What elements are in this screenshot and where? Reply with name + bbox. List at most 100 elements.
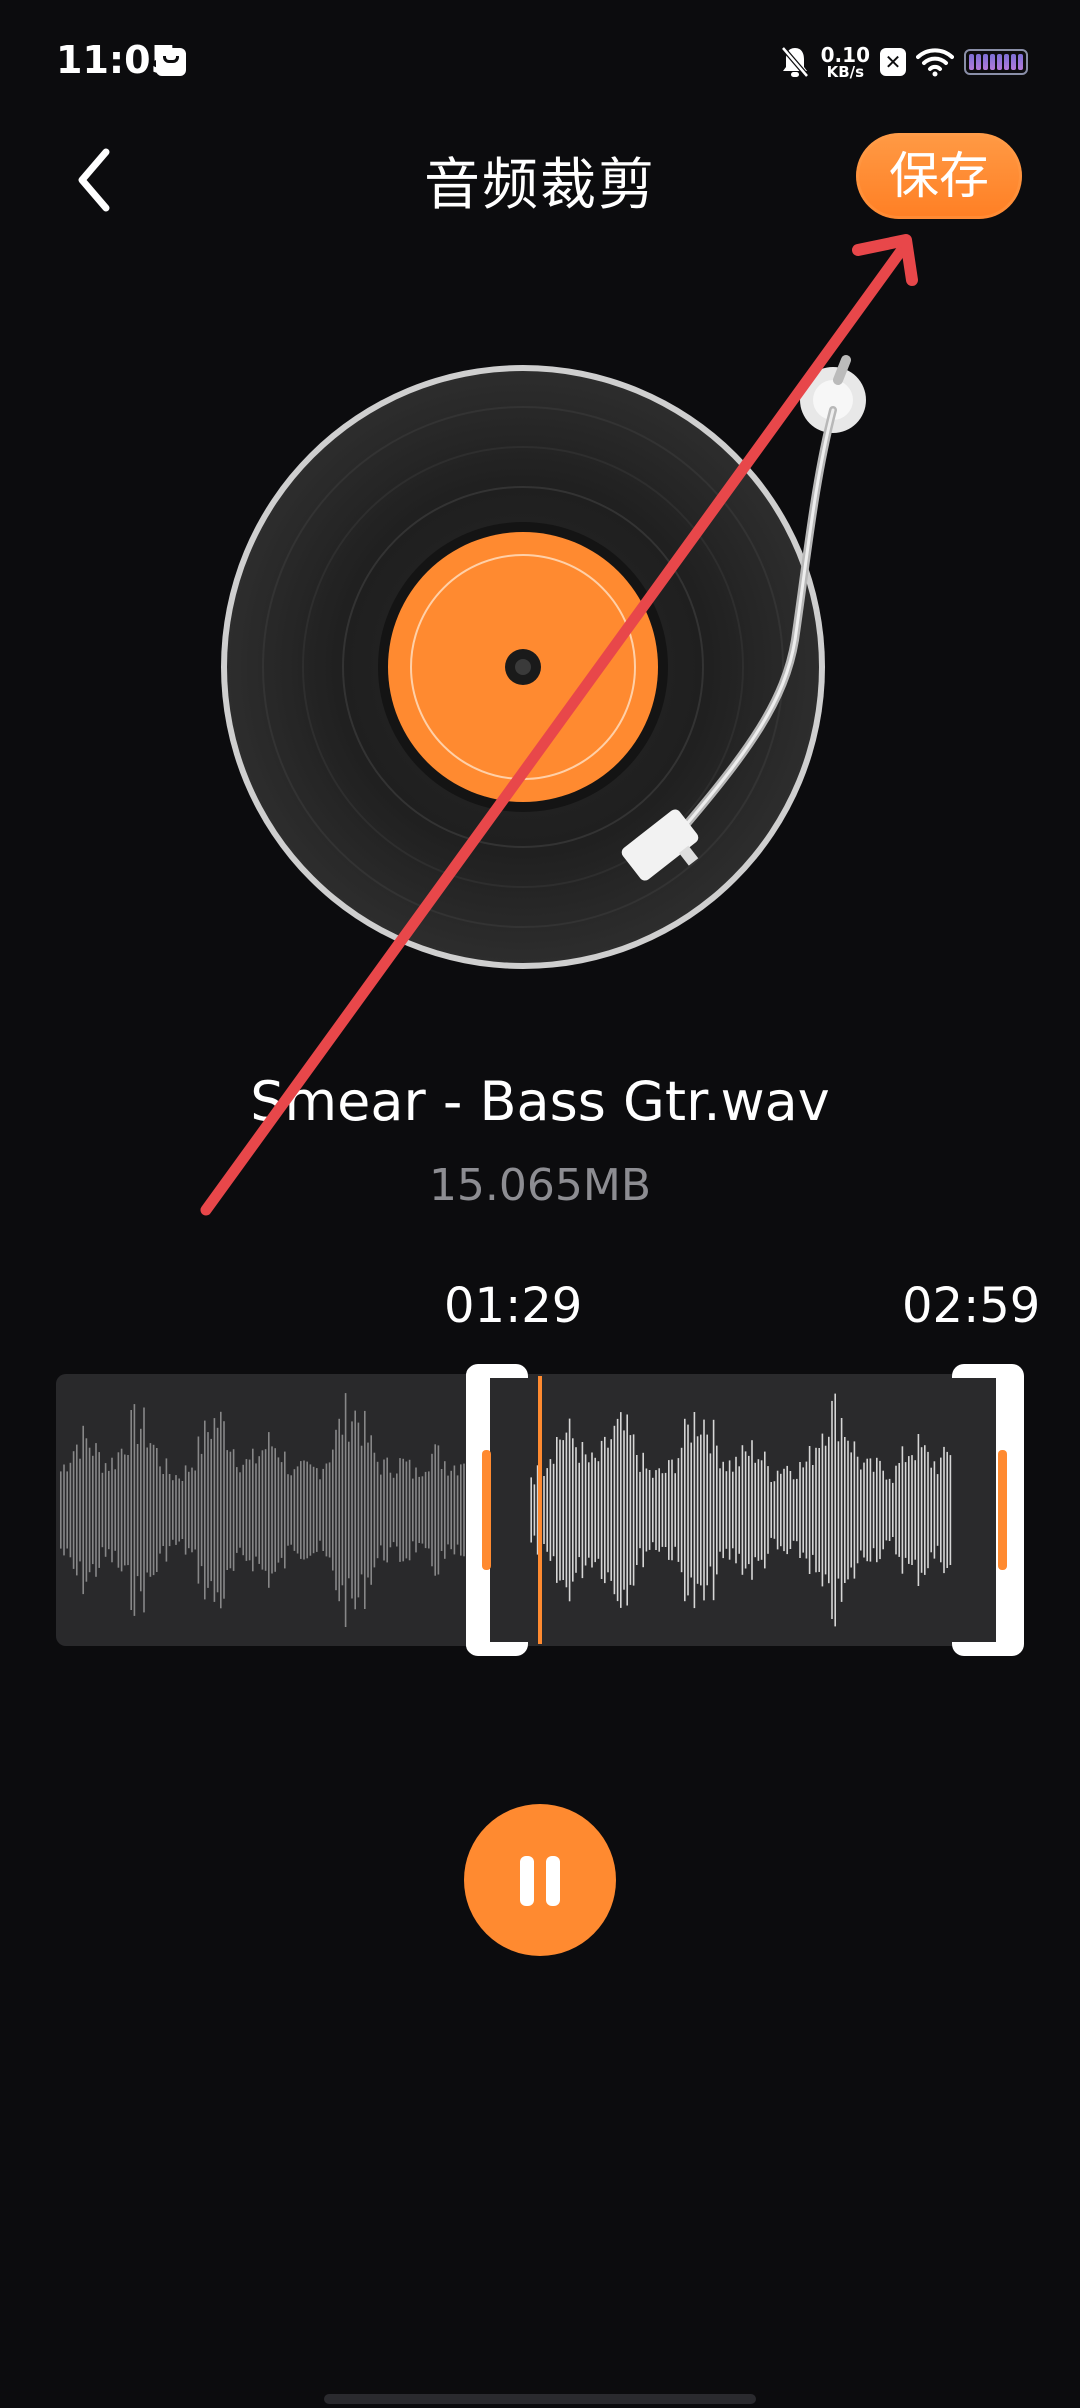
waveform-bar (658, 1468, 660, 1552)
waveform-bar (556, 1437, 558, 1583)
status-bar: 11:05 0.10 KB/s ✕ (0, 0, 1080, 110)
waveform-bar (738, 1466, 740, 1554)
waveform-bar (684, 1418, 686, 1602)
audio-trim-screen: 11:05 0.10 KB/s ✕ 音频裁剪 保存 Smear - Bass G… (0, 0, 1080, 2408)
waveform-bar (706, 1434, 708, 1586)
waveform-bar (757, 1459, 760, 1561)
waveform-bar (690, 1442, 692, 1578)
waveform-bar (546, 1468, 548, 1552)
waveform-bar (844, 1437, 846, 1583)
trim-end-time: 02:59 (902, 1278, 1041, 1334)
waveform-bar (597, 1461, 600, 1559)
message-icon (156, 48, 186, 76)
waveform-bar (543, 1476, 545, 1544)
home-indicator[interactable] (324, 2394, 756, 2404)
waveform-bar (565, 1432, 568, 1588)
waveform-bar (818, 1448, 820, 1572)
vinyl-record-image (221, 355, 866, 969)
waveform-bar (898, 1463, 900, 1557)
waveform-bar (668, 1460, 670, 1560)
waveform-bar (856, 1456, 859, 1564)
waveform-bar (677, 1458, 680, 1562)
status-icons: 0.10 KB/s ✕ (779, 40, 1028, 84)
waveform-bar (559, 1439, 561, 1581)
waveform-bar (552, 1463, 555, 1557)
waveform-bar (879, 1460, 881, 1560)
waveform-bar (908, 1456, 910, 1564)
waveform-bar (648, 1470, 651, 1550)
waveform-bar (725, 1471, 728, 1549)
waveform-bar (808, 1446, 811, 1574)
waveform-bar (895, 1465, 897, 1555)
waveform-bar (812, 1465, 814, 1555)
waveform-bar (876, 1457, 878, 1563)
waveform-bar (933, 1461, 936, 1559)
trim-end-handle[interactable] (952, 1364, 1024, 1656)
waveform-bar (815, 1447, 817, 1573)
waveform-bar (533, 1484, 536, 1536)
trim-start-handle[interactable] (466, 1364, 530, 1656)
waveform-bar (780, 1473, 782, 1547)
waveform-bar (860, 1469, 862, 1551)
waveform-bar (904, 1462, 907, 1558)
waveform-bar (696, 1436, 699, 1584)
waveform-bar (924, 1445, 926, 1575)
waveform-bar (604, 1436, 606, 1584)
waveform-bar (869, 1458, 872, 1562)
waveform-bar (863, 1462, 865, 1558)
waveform-bar (549, 1459, 552, 1561)
save-button[interactable]: 保存 (856, 133, 1022, 219)
waveform-bar (530, 1477, 532, 1543)
waveform-bar (700, 1434, 702, 1586)
playhead[interactable] (538, 1376, 542, 1644)
waveform-bar (712, 1419, 715, 1601)
waveform-bar (572, 1438, 574, 1582)
waveform-bar (946, 1451, 948, 1568)
waveform-bar (783, 1468, 785, 1552)
trim-start-time: 01:29 (444, 1278, 583, 1334)
waveform-trimmer[interactable] (56, 1350, 1024, 1670)
waveform-bar (764, 1451, 766, 1569)
network-speed: 0.10 KB/s (821, 45, 870, 80)
waveform-bar (744, 1451, 747, 1569)
waveform-bar (828, 1436, 830, 1584)
waveform-bar (728, 1460, 731, 1560)
waveform-bar (562, 1440, 564, 1580)
waveform-bar (716, 1445, 718, 1575)
waveform-bar (949, 1455, 952, 1565)
waveform-bar (575, 1447, 577, 1573)
waveform-bar (792, 1479, 795, 1541)
waveform-bar (754, 1462, 756, 1558)
mute-bell-icon (780, 46, 809, 78)
waveform-bar (639, 1471, 641, 1549)
waveform-bar (796, 1478, 798, 1542)
waveform-bar (591, 1452, 593, 1568)
file-name: Smear - Bass Gtr.wav (250, 1070, 830, 1133)
waveform-bar (789, 1471, 792, 1549)
waveform-bar (920, 1447, 923, 1573)
waveform-bar (914, 1460, 916, 1560)
waveform-bar (770, 1482, 772, 1538)
waveform-bar (687, 1424, 689, 1596)
waveform-bar (703, 1419, 705, 1601)
waveform-bar (751, 1440, 753, 1580)
waveform-bar (594, 1457, 596, 1563)
waveform-bar (885, 1479, 888, 1541)
waveform-bar (930, 1467, 932, 1553)
waveform-bar (802, 1467, 804, 1553)
waveform-bar (645, 1468, 648, 1552)
waveform-bar (652, 1477, 654, 1543)
waveform-bar (776, 1470, 779, 1550)
waveform-bar (901, 1446, 904, 1574)
waveform-bar (642, 1452, 644, 1568)
waveform-bar (888, 1478, 891, 1541)
waveform-bar (799, 1462, 801, 1558)
unselected-region-left (56, 1374, 476, 1646)
waveform-bar (616, 1418, 619, 1602)
waveform-bar (620, 1412, 622, 1608)
waveform-bar (607, 1447, 609, 1573)
waveform-bar (588, 1462, 590, 1558)
waveform-bar (831, 1400, 833, 1619)
waveform-bar (709, 1453, 712, 1567)
pause-button[interactable] (464, 1804, 616, 1956)
